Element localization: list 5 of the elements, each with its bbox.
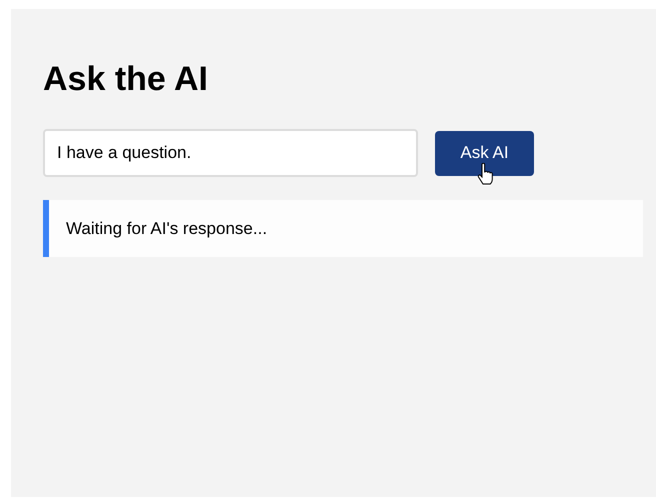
response-text: Waiting for AI's response...: [66, 218, 268, 240]
question-field[interactable]: I have a question.: [43, 129, 418, 177]
page-title: Ask the AI: [43, 59, 208, 99]
cursor-icon: [477, 162, 493, 184]
ask-button[interactable]: Ask AI: [435, 130, 534, 176]
